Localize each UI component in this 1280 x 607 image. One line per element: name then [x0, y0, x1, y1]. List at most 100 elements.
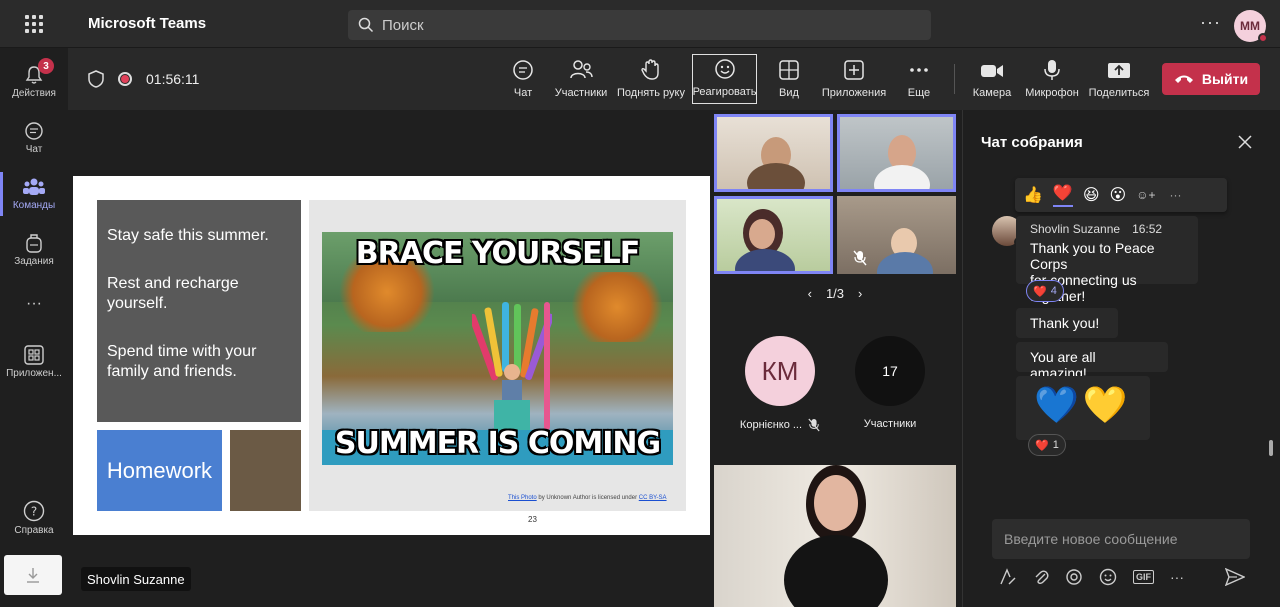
slide-homework-box: Homework	[97, 430, 222, 511]
loop-icon[interactable]	[1065, 568, 1083, 586]
close-icon[interactable]	[1237, 134, 1253, 150]
muted-mic-icon	[853, 250, 867, 266]
slide-page-number: 23	[528, 515, 537, 524]
rail-item-help[interactable]: ? Справка	[0, 490, 68, 546]
raise-hand-button[interactable]: Поднять руку	[616, 54, 686, 104]
search-icon	[358, 17, 374, 33]
slide-bullets: Stay safe this summer. Rest and recharge…	[97, 200, 301, 422]
more-horizontal-icon	[910, 68, 928, 72]
shield-icon[interactable]	[88, 70, 104, 88]
chat-label: Чат	[513, 87, 533, 99]
rail-item-assignments[interactable]: Задания	[0, 222, 68, 278]
leave-button[interactable]: Выйти	[1162, 63, 1260, 95]
reaction-count: 1	[1052, 439, 1059, 451]
pool-noodle-throne	[472, 302, 552, 430]
chat-button[interactable]: Чат	[508, 54, 538, 104]
share-label: Поделиться	[1088, 87, 1150, 99]
view-label: Вид	[779, 87, 799, 99]
svg-text:?: ?	[31, 505, 37, 519]
like-reaction[interactable]: 👍	[1023, 185, 1043, 205]
more-options-icon[interactable]: ···	[1200, 12, 1221, 33]
rail-item-teams[interactable]: Команды	[0, 166, 68, 222]
video-tile[interactable]	[714, 114, 833, 192]
compose-input[interactable]: Введите новое сообщение	[992, 519, 1250, 559]
chat-message[interactable]: Shovlin Suzanne 16:52 Thank you to Peace…	[1016, 216, 1198, 304]
participant-tile[interactable]: КМ Корнієнко ...	[720, 336, 840, 446]
rail-item-activity[interactable]: 3 Действия	[0, 54, 68, 110]
laugh-reaction[interactable]: 😆	[1083, 185, 1100, 205]
rail-label: Чат	[25, 144, 43, 155]
user-avatar[interactable]: ММ	[1234, 10, 1268, 43]
rail-item-chat[interactable]: Чат	[0, 110, 68, 166]
view-button[interactable]: Вид	[775, 54, 803, 104]
camera-button[interactable]: Камера	[970, 54, 1014, 104]
participants-overflow-label: Участники	[863, 418, 917, 430]
credit-text: by Unknown Author is licensed under	[536, 495, 639, 501]
emoji-message[interactable]: 💙💛	[1016, 376, 1150, 440]
rail-more-label: ···	[26, 294, 42, 312]
participants-icon	[570, 60, 593, 79]
format-icon[interactable]	[999, 568, 1017, 586]
app-launcher-icon[interactable]	[0, 0, 68, 48]
heart-reaction-count[interactable]: ❤️ 1	[1028, 434, 1066, 456]
download-icon	[27, 568, 39, 583]
leave-label: Выйти	[1201, 71, 1249, 87]
apps-button[interactable]: Приложения	[820, 54, 888, 104]
pager-prev-icon[interactable]: ‹	[808, 286, 812, 301]
apps-icon	[24, 345, 44, 365]
add-app-icon	[844, 60, 864, 80]
photo-link[interactable]: This Photo	[508, 495, 537, 501]
video-tile-large[interactable]	[714, 465, 956, 607]
message-time: 16:52	[1132, 222, 1163, 236]
license-link[interactable]: CC BY-SA	[639, 495, 667, 501]
attach-icon[interactable]	[1033, 568, 1049, 586]
microphone-button[interactable]: Микрофон	[1024, 54, 1080, 104]
rail-label: Команды	[12, 200, 56, 211]
hang-up-icon	[1174, 75, 1193, 83]
video-tile[interactable]	[714, 196, 833, 274]
toolbar-divider	[954, 64, 955, 94]
react-button[interactable]: Реагировать	[692, 54, 757, 104]
meme-image: BRACE YOURSELF SUMMER IS COMING	[322, 232, 673, 465]
camera-label: Камера	[972, 87, 1012, 99]
search-input[interactable]: Поиск	[348, 10, 931, 40]
microphone-label: Микрофон	[1025, 87, 1079, 99]
photo-credit: This Photo by Unknown Author is licensed…	[508, 495, 667, 501]
download-button[interactable]	[4, 555, 62, 595]
video-tile[interactable]	[837, 114, 956, 192]
meme-top-text: BRACE YOURSELF	[355, 236, 640, 271]
share-button[interactable]: Поделиться	[1088, 54, 1150, 104]
meeting-toolbar: 01:56:11 Чат Участники Поднять руку Реаг…	[68, 48, 1280, 110]
add-reaction-icon[interactable]: ☺+	[1136, 188, 1155, 202]
chat-icon	[25, 122, 43, 140]
video-tile[interactable]	[837, 196, 956, 274]
slide-brown-box	[230, 430, 301, 511]
emoji-icon[interactable]	[1099, 568, 1117, 586]
surprised-reaction[interactable]: 😮	[1110, 185, 1127, 205]
participants-button[interactable]: Участники	[554, 54, 608, 104]
search-placeholder: Поиск	[382, 16, 424, 34]
send-icon[interactable]	[1225, 568, 1245, 586]
more-button[interactable]: Еще	[904, 54, 934, 104]
pager-text: 1/3	[825, 286, 845, 301]
chat-icon	[513, 60, 533, 80]
status-dot	[1258, 33, 1268, 43]
slide-bullet: Rest and recharge yourself.	[107, 275, 239, 312]
app-title: Microsoft Teams	[88, 15, 207, 32]
chat-scrollbar[interactable]	[1269, 440, 1273, 456]
microphone-icon	[1044, 60, 1060, 80]
rail-item-apps[interactable]: Приложен...	[0, 334, 68, 390]
chat-message[interactable]: You are all amazing!	[1016, 342, 1168, 381]
camera-icon	[981, 65, 1003, 77]
share-screen-icon	[1108, 63, 1130, 78]
rail-item-more[interactable]: ···	[0, 274, 68, 330]
message-more-icon[interactable]: ···	[1169, 188, 1181, 202]
hand-icon	[641, 59, 659, 80]
heart-reaction[interactable]: ❤️	[1052, 183, 1073, 207]
gif-icon[interactable]: GIF	[1133, 570, 1154, 584]
compose-more-icon[interactable]: ···	[1170, 569, 1184, 585]
pager-next-icon[interactable]: ›	[858, 286, 862, 301]
chat-message[interactable]: Thank you!	[1016, 308, 1118, 338]
heart-reaction-count[interactable]: ❤️ 4	[1026, 280, 1064, 302]
participants-overflow-tile[interactable]: 17 Участники	[830, 336, 950, 446]
